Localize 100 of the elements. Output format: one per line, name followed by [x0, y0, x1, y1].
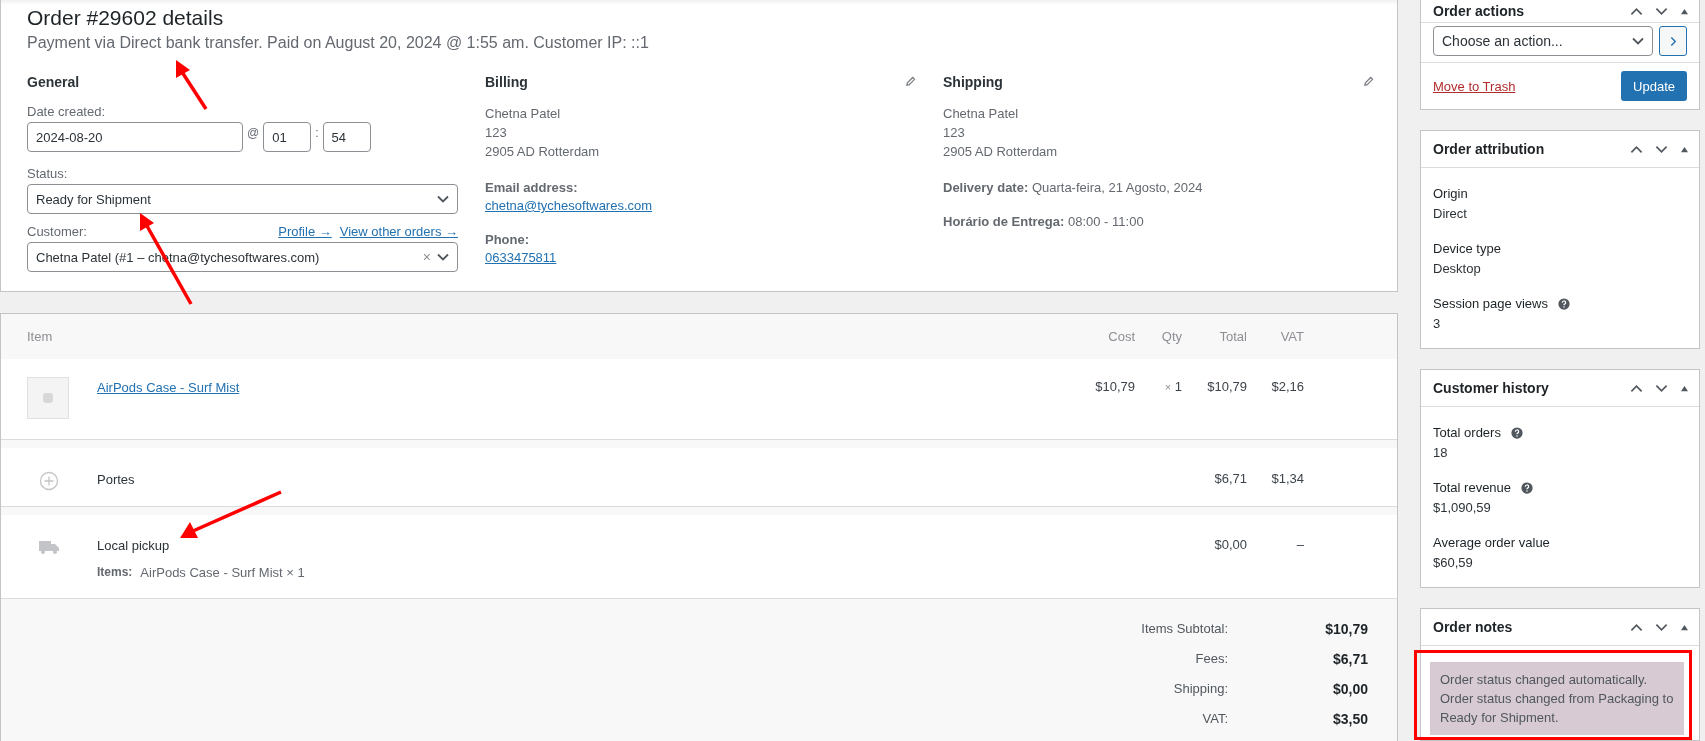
- total-value: $10,79: [1324, 621, 1369, 639]
- section-heading: Billing: [485, 74, 528, 90]
- field-text: Delivery date: Quarta-feira, 21 Agosto, 2024: [943, 179, 1204, 197]
- line-name: Local pickup: [97, 538, 171, 553]
- cost-cell: $10,79: [1095, 379, 1135, 394]
- card-title: Order actions: [1433, 3, 1525, 19]
- collapse-icon[interactable]: [1680, 384, 1689, 392]
- total-label: Shipping:: [1172, 681, 1228, 698]
- field-value: 18: [1433, 444, 1449, 462]
- total-label: Fees:: [1194, 651, 1228, 668]
- help-icon[interactable]: [1510, 427, 1523, 439]
- vat-cell: $2,16: [1271, 379, 1304, 394]
- field-label: Origin: [1433, 185, 1468, 203]
- field-label: Date created:: [27, 104, 107, 119]
- clear-button[interactable]: ×: [422, 249, 431, 265]
- address-line: 2905 AD Rotterdam: [943, 143, 1059, 161]
- field-value: $60,59: [1433, 554, 1474, 572]
- field-label: Average order value: [1433, 534, 1550, 552]
- move-down-icon[interactable]: [1655, 383, 1668, 393]
- edit-icon[interactable]: [1363, 76, 1374, 87]
- meta-value: AirPods Case - Surf Mist × 1: [140, 565, 305, 580]
- total-cell: $10,79: [1207, 379, 1247, 394]
- status-select[interactable]: Ready for Shipment: [27, 184, 458, 214]
- move-up-icon[interactable]: [1630, 383, 1643, 393]
- field-value: Desktop: [1433, 260, 1482, 278]
- chevron-down-icon: [437, 253, 449, 261]
- time-separator: :: [315, 126, 319, 140]
- annotation-arrow: [176, 60, 208, 110]
- collapse-icon[interactable]: [1680, 145, 1689, 153]
- total-value: $6,71: [1331, 651, 1369, 669]
- chevron-right-icon: [1669, 35, 1677, 47]
- total-value: $3,50: [1331, 711, 1369, 729]
- payment-info: Payment via Direct bank transfer. Paid on August 20, 2024 @ 1:55 am. Customer IP: ::1: [27, 34, 650, 52]
- minute-field[interactable]: 54: [322, 122, 371, 152]
- view-orders-link[interactable]: View other orders →: [339, 224, 458, 242]
- address-line: 2905 AD Rotterdam: [485, 143, 601, 161]
- move-to-trash-link[interactable]: Move to Trash: [1433, 78, 1516, 94]
- meta-label: Items:: [97, 565, 133, 580]
- vat-cell: –: [1296, 537, 1304, 552]
- address-line: Chetna Patel: [943, 105, 1020, 123]
- product-thumbnail: [27, 377, 69, 419]
- total-cell: $0,00: [1214, 537, 1247, 552]
- hour-field[interactable]: 01: [263, 122, 312, 152]
- total-label: Items Subtotal:: [1140, 621, 1228, 638]
- move-up-icon[interactable]: [1630, 144, 1643, 154]
- move-up-icon[interactable]: [1630, 6, 1643, 16]
- date-field[interactable]: 2024-08-20: [27, 122, 243, 152]
- at-sign: @: [247, 126, 260, 140]
- section-heading: General: [27, 74, 81, 90]
- move-down-icon[interactable]: [1655, 144, 1668, 154]
- collapse-icon[interactable]: [1680, 7, 1689, 15]
- field-label: Customer:: [27, 224, 87, 239]
- address-line: Chetna Patel: [485, 105, 562, 123]
- column-header: Qty: [1160, 329, 1182, 344]
- apply-action-button[interactable]: [1659, 26, 1687, 56]
- update-button[interactable]: Update: [1621, 71, 1687, 101]
- note-text: Order status changed automatically. Order status changed from Packaging to Ready for Shipment.: [1440, 671, 1674, 727]
- edit-icon[interactable]: [905, 76, 916, 87]
- quantity-cell: × 1: [1164, 379, 1182, 394]
- move-down-icon[interactable]: [1655, 622, 1668, 632]
- column-header: VAT: [1279, 329, 1304, 344]
- card-title: Customer history: [1433, 380, 1549, 396]
- field-value: $1,090,59: [1433, 499, 1492, 517]
- plus-circle-icon: [39, 471, 59, 491]
- order-title: Order #29602 details: [27, 6, 225, 30]
- card-title: Order notes: [1433, 619, 1513, 635]
- field-label: Total orders: [1433, 424, 1501, 442]
- profile-link[interactable]: Profile →: [278, 224, 332, 242]
- chevron-down-icon: [437, 195, 449, 203]
- field-label: Phone:: [485, 231, 531, 249]
- truck-icon: [38, 539, 60, 555]
- card-title: Order attribution: [1433, 141, 1545, 157]
- line-name: Portes: [97, 472, 136, 487]
- address-line: 123: [485, 124, 508, 142]
- move-down-icon[interactable]: [1655, 6, 1668, 16]
- help-icon[interactable]: [1557, 298, 1570, 310]
- product-link[interactable]: AirPods Case - Surf Mist: [97, 380, 1008, 395]
- field-value: Direct: [1433, 205, 1468, 223]
- contact-link[interactable]: chetna@tychesoftwares.com: [485, 198, 653, 213]
- column-header: Total: [1218, 329, 1247, 344]
- move-up-icon[interactable]: [1630, 622, 1643, 632]
- field-label: Device type: [1433, 240, 1501, 258]
- field-label: Status:: [27, 166, 69, 181]
- collapse-icon[interactable]: [1680, 623, 1689, 631]
- field-label: Total revenue: [1433, 479, 1512, 497]
- total-cell: $6,71: [1214, 471, 1247, 486]
- vat-cell: $1,34: [1271, 471, 1304, 486]
- section-heading: Shipping: [943, 74, 1003, 90]
- contact-link[interactable]: 0633475811: [485, 250, 557, 265]
- chevron-down-icon: [1632, 37, 1644, 45]
- column-header: Cost: [1107, 329, 1135, 344]
- field-text: Horário de Entrega: 08:00 - 11:00: [943, 213, 1145, 231]
- help-icon[interactable]: [1521, 482, 1534, 494]
- field-label: Email address:: [485, 179, 579, 197]
- field-value: 3: [1433, 315, 1442, 333]
- address-line: 123: [943, 124, 966, 142]
- total-label: VAT:: [1201, 711, 1228, 728]
- action-select[interactable]: Choose an action...: [1433, 26, 1653, 56]
- total-value: $0,00: [1331, 681, 1369, 699]
- column-header: Item: [26, 329, 54, 344]
